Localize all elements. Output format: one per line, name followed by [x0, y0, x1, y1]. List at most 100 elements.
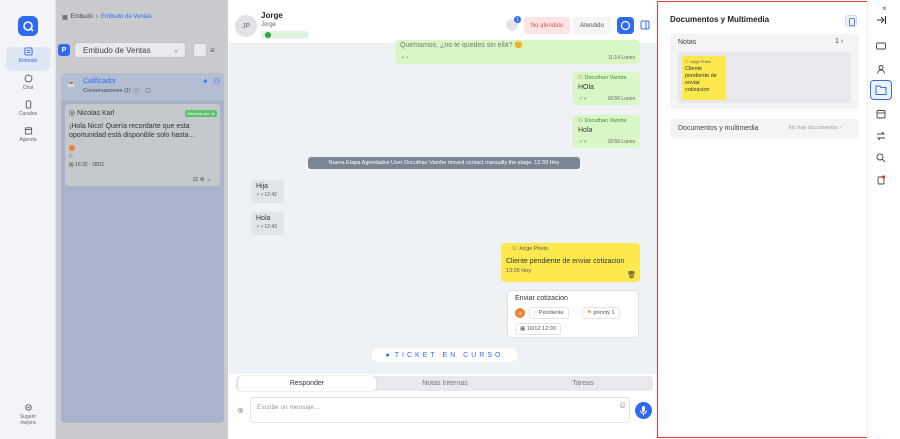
message-time: ✓✓12:43	[256, 224, 277, 230]
message-time: 11:14 Lunes	[607, 55, 635, 61]
message-bubble: Hola ✓✓12:43	[251, 212, 284, 235]
microphone-icon	[640, 406, 647, 416]
task-status[interactable]: ◌ Pendiente	[529, 307, 569, 319]
collapse-panel-icon[interactable]	[875, 14, 887, 26]
close-icon[interactable]: ×	[882, 4, 887, 13]
task-date[interactable]: ▦ 10/12 12:00	[515, 323, 561, 335]
tab-tasks[interactable]: Tareas	[514, 376, 652, 391]
chevron-right-icon: ›	[840, 38, 844, 45]
logo-icon	[23, 21, 34, 32]
read-check-icon: ✓✓	[579, 139, 588, 145]
notes-count[interactable]: 1 ›	[835, 38, 843, 45]
documents-label: Documentos y multimedia	[678, 125, 759, 132]
message-input[interactable]: Escribe un mensaje...	[250, 397, 630, 423]
task-priority[interactable]: ⚑ priority 1	[582, 307, 620, 319]
task-title: Enviar cotizacion	[515, 295, 568, 302]
internal-note: ⚇ Jorge Prieto Cliente pendiente de envi…	[501, 243, 640, 282]
task-assignee: JP	[515, 308, 525, 318]
sticky-note[interactable]: ⚇ Jorge Prieto Cliente pendiente de envi…	[682, 56, 726, 100]
message-bubble: Quemamos, ¿no te quedes sin ella? 😊 ✓✓ 1…	[395, 40, 640, 64]
message-sender: ⚇ Docuthan Vambe	[578, 75, 627, 81]
message-bubble: Hija ✓✓12:42	[251, 180, 284, 203]
app-logo[interactable]	[18, 16, 38, 36]
dot-icon: ●	[385, 351, 390, 359]
add-attachment-icon[interactable]: ⊕	[237, 406, 244, 415]
panel-title: Documentos y Multimedia	[670, 15, 770, 24]
user-icon[interactable]	[875, 63, 887, 75]
breadcrumb: ▦ Embudo › Embudo de Ventas	[62, 14, 152, 21]
document-icon[interactable]	[845, 15, 857, 27]
panel-toggle-icon[interactable]	[640, 20, 650, 30]
nav-item-canales[interactable]: Canales	[6, 100, 50, 124]
chevron-down-icon: ⌄	[173, 47, 179, 54]
contact-name: Jorge	[261, 11, 283, 20]
nav-item-chat[interactable]: Chat	[6, 74, 50, 98]
mic-button[interactable]	[635, 402, 652, 419]
whatsapp-icon	[265, 32, 271, 38]
alert-icon[interactable]	[875, 174, 887, 186]
nav-label: Embudo	[18, 58, 38, 64]
read-check-icon: ✓✓	[579, 96, 588, 102]
magic-wand-icon[interactable]: ✦	[202, 77, 209, 86]
message-sender: ⚇ Docuthan Vambe	[578, 118, 627, 124]
message-time: 16:56 Lunes	[607, 96, 635, 102]
tag-icon: ⌂	[69, 153, 73, 159]
ticket-icon[interactable]	[875, 40, 887, 52]
status-attended-button[interactable]: Atendido	[573, 17, 611, 34]
documents-empty: No hay documentos ›	[789, 125, 842, 131]
note-time: 13:26 Hoy	[506, 268, 532, 274]
sticky-author: ⚇ Jorge Prieto	[685, 59, 712, 64]
card-name: Nicolas Karl	[77, 110, 115, 117]
search-icon[interactable]	[875, 152, 887, 164]
column-title: Calificador	[83, 78, 117, 85]
message-bubble: ⚇ Docuthan Vambe Hola ✓✓ 16:56 Lunes	[573, 115, 640, 148]
card-date: ▤ 16:32 - 28/11	[69, 162, 105, 168]
card-assignee-avatar	[69, 145, 75, 151]
nav-item-embudo[interactable]: Embudo	[6, 47, 50, 71]
gear-icon	[24, 404, 32, 411]
system-event: Nueva Etapa Agendados User Docuthan Vamb…	[308, 157, 580, 169]
transfer-icon[interactable]	[875, 130, 887, 142]
ticket-status: ● TICKET EN CURSO	[372, 348, 517, 362]
emoji-icon[interactable]: ☺	[618, 400, 627, 410]
tab-responder[interactable]: Responder	[238, 376, 376, 391]
contact-subname: Jorge	[261, 22, 277, 28]
chat-icon	[24, 74, 32, 83]
tab-internal-notes[interactable]: Notas Internas	[376, 376, 514, 391]
edit-icon[interactable]: ▢	[145, 87, 151, 94]
nav-item-agenda[interactable]: Agenda	[6, 126, 50, 150]
chat-bubble-button[interactable]	[617, 17, 634, 34]
message-time: ✓✓12:42	[256, 192, 277, 198]
notes-label: Notas	[678, 39, 697, 46]
phone-icon	[25, 100, 31, 109]
nav-label: Agenda	[19, 137, 37, 143]
calendar-icon[interactable]	[875, 108, 887, 120]
read-check-icon: ✓✓	[401, 55, 410, 61]
status-unattended-button[interactable]: No atendido	[524, 17, 570, 34]
list-view-icon[interactable]: ≡	[210, 46, 215, 55]
pipeline-badge: P	[58, 44, 70, 56]
column-icon: ☕	[67, 81, 76, 88]
flag-icon: ⚑	[587, 310, 592, 316]
contact-avatar[interactable]: JP	[235, 15, 257, 37]
chat-icon	[620, 20, 631, 31]
breadcrumb-root[interactable]: Embudo	[71, 14, 93, 21]
breadcrumb-current[interactable]: Embudo de Ventas	[101, 14, 152, 21]
card-contact: ◎ Nicolas Karl	[69, 110, 115, 117]
folder-icon[interactable]	[870, 80, 892, 100]
message-time: 16:56 Lunes	[607, 139, 635, 145]
funnel-icon	[23, 47, 33, 56]
trash-icon[interactable]: 🗑	[627, 271, 636, 279]
breadcrumb-icon: ▦	[62, 15, 68, 21]
user-assign-icon[interactable]: ⚇	[213, 77, 220, 86]
column-subtitle: Conversaciones (1)	[83, 88, 131, 94]
note-author: ⚇ Jorge Prieto	[512, 246, 549, 252]
suggest-improvement-button[interactable]: Sugerir mejora	[6, 403, 50, 429]
card-actions-icon[interactable]: ⊟ ⊗ ⌄	[193, 176, 211, 183]
info-icon[interactable]: ⓘ	[133, 87, 139, 96]
ai-badge: Atendido por IA	[185, 110, 217, 117]
notification-badge: 1	[514, 16, 521, 23]
pipeline-select[interactable]: Embudo de Ventas ⌄	[74, 42, 186, 58]
sticky-text: Cliente pendiente de enviar cotizacion	[685, 66, 717, 93]
board-view-button[interactable]	[193, 43, 207, 57]
